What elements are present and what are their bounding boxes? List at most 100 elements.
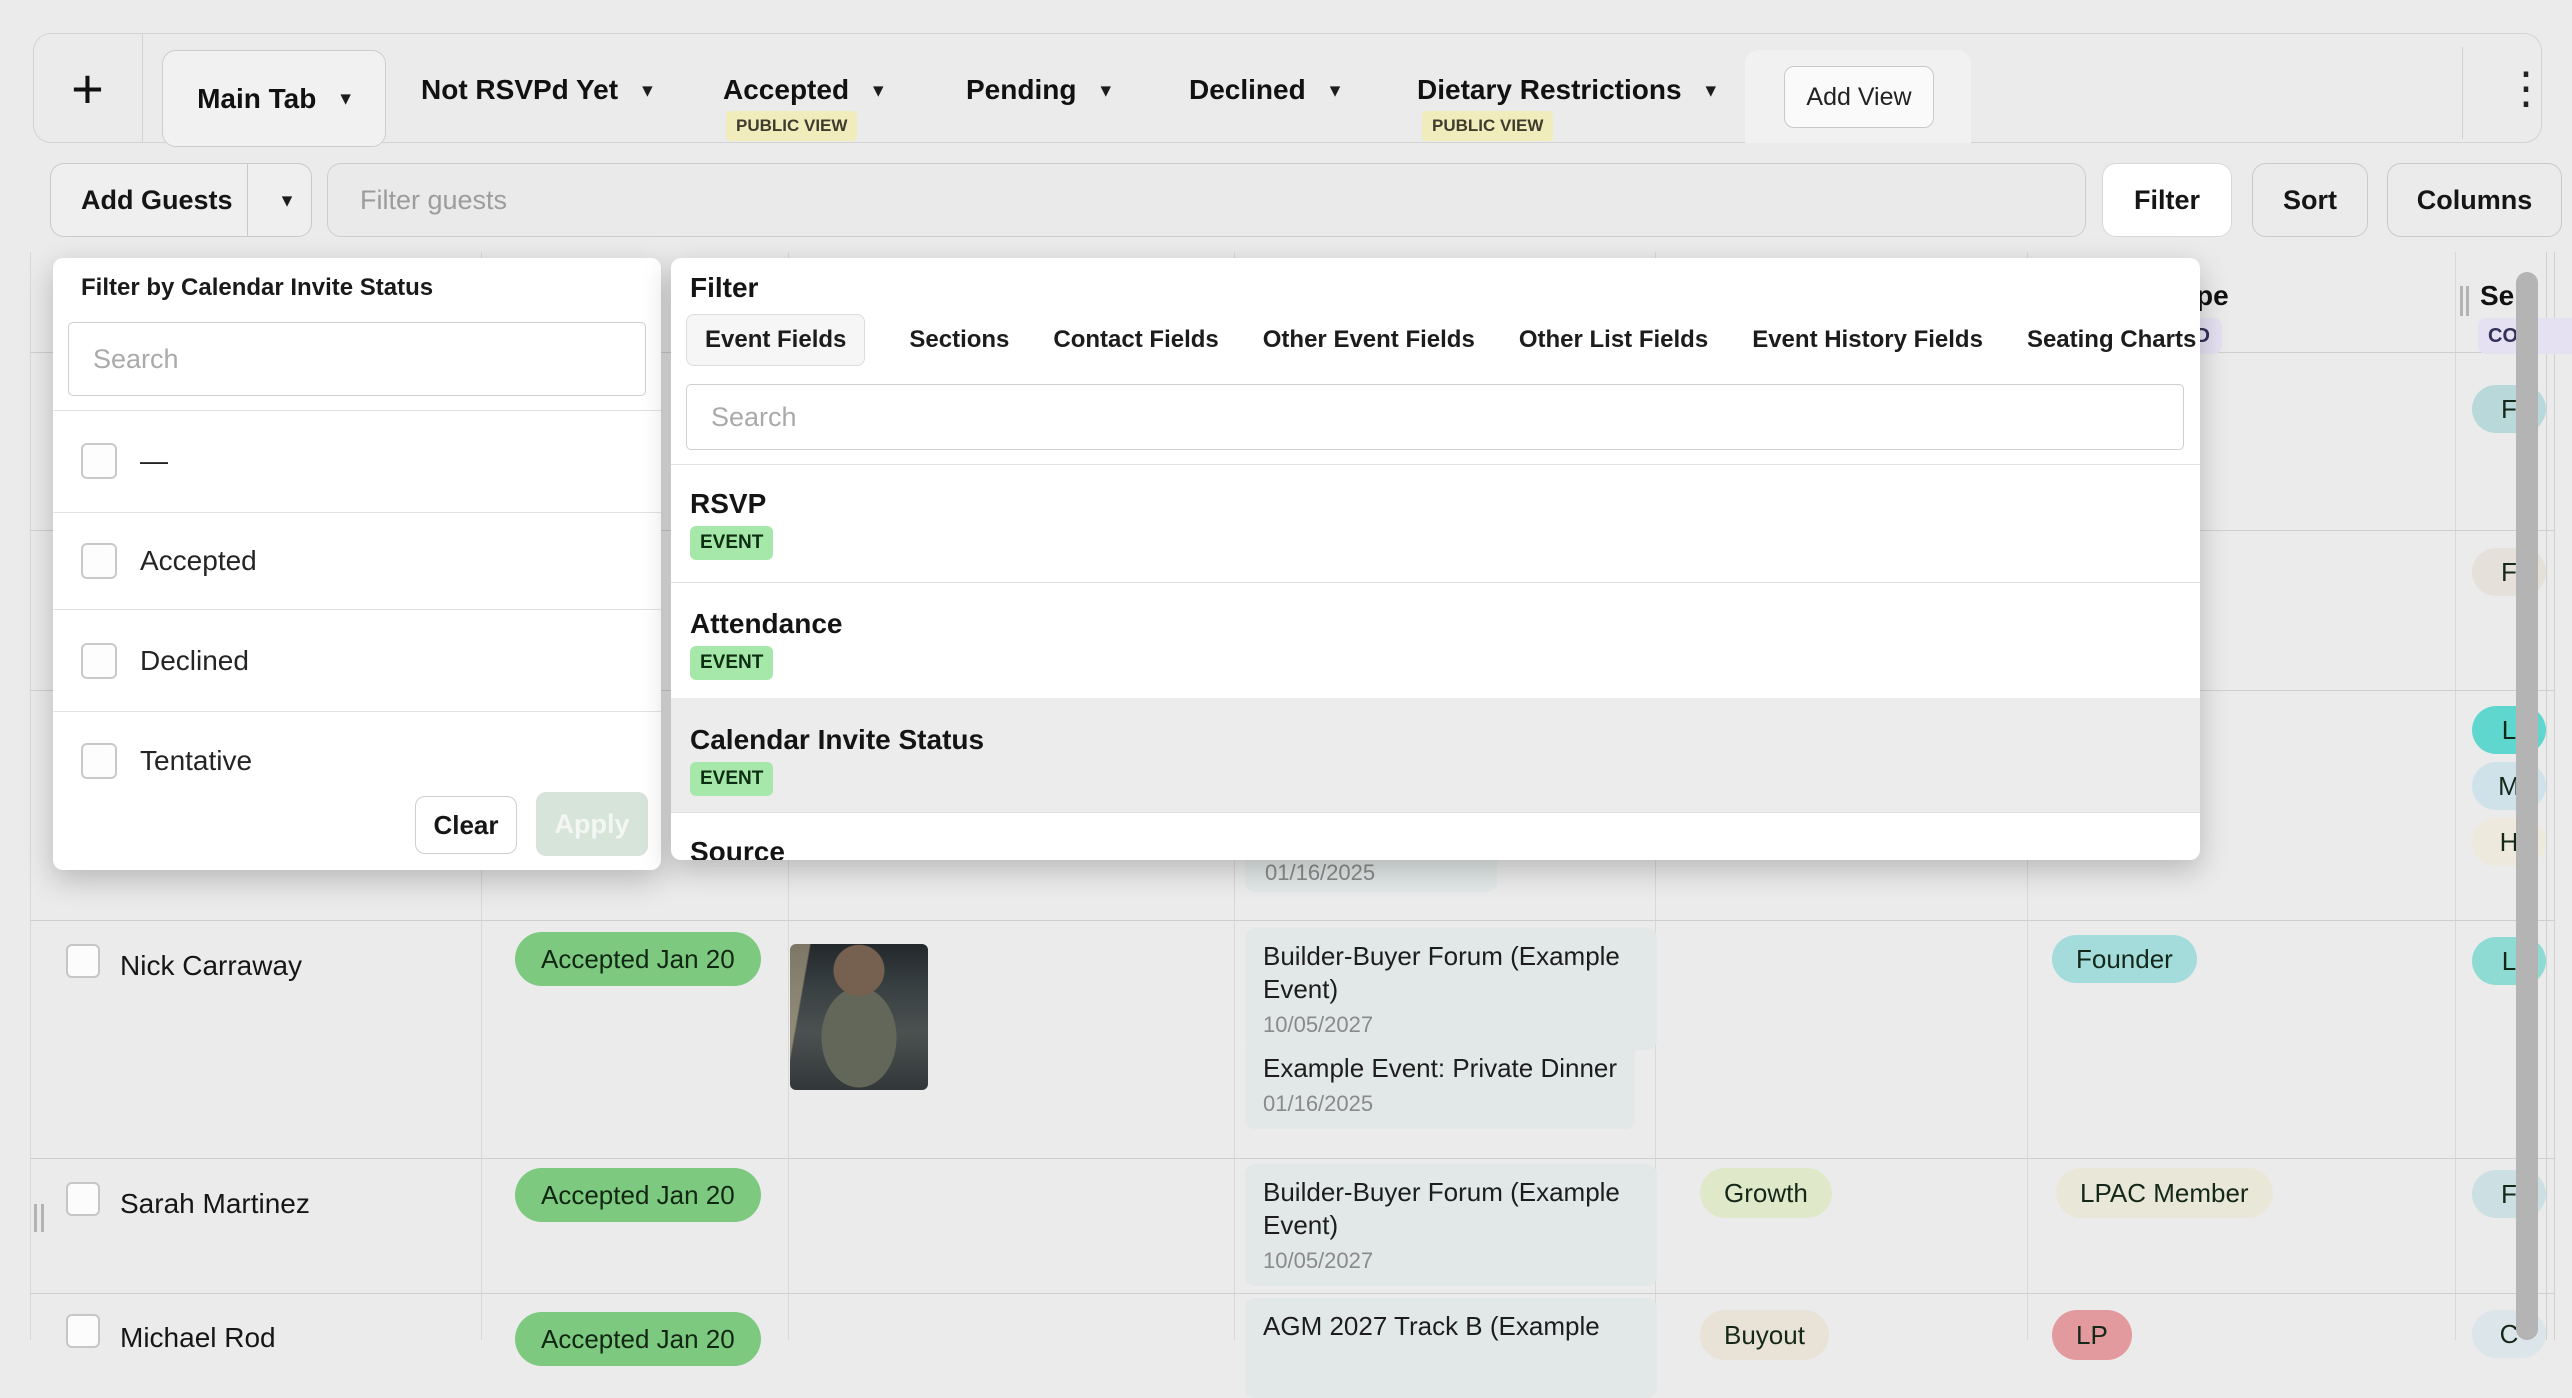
popup-title: Filter [690, 272, 758, 304]
event-title: Builder-Buyer Forum (Example Event) [1263, 1176, 1639, 1242]
chevron-down-icon[interactable]: ▾ [340, 86, 351, 111]
apply-button[interactable]: Apply [536, 792, 648, 856]
row-border [30, 1293, 2554, 1294]
row-checkbox[interactable] [66, 1182, 100, 1216]
tag-pill[interactable]: LP [2052, 1310, 2132, 1360]
column-header-fragment[interactable]: pe [2196, 280, 2229, 312]
filter-category-tabs: Event Fields Sections Contact Fields Oth… [686, 314, 2200, 366]
option-label[interactable]: Declined [140, 645, 249, 677]
divider [671, 582, 2200, 583]
field-name: RSVP [690, 488, 766, 520]
event-chip[interactable]: Example Event: Private Dinner 01/16/2025 [1245, 1040, 1635, 1129]
filter-guests-input[interactable] [327, 163, 2086, 237]
event-title: Example Event: Private Dinner [1263, 1052, 1617, 1085]
tab-label: Main Tab [197, 83, 316, 115]
add-guests-label: Add Guests [81, 185, 233, 216]
guest-photo[interactable] [790, 944, 928, 1090]
field-name: Source [690, 836, 785, 860]
sort-button[interactable]: Sort [2252, 163, 2368, 237]
tab-event-history-fields[interactable]: Event History Fields [1752, 326, 1983, 354]
event-date: 01/16/2025 [1265, 860, 1375, 886]
tab-main-tab[interactable]: Main Tab ▾ [162, 50, 386, 147]
chevron-down-icon[interactable]: ▾ [873, 78, 884, 103]
tab-label: Dietary Restrictions [1417, 74, 1682, 106]
rsvp-status-pill[interactable]: Accepted Jan 20 [515, 932, 761, 986]
tab-label: Accepted [723, 74, 849, 106]
field-name: Attendance [690, 608, 842, 640]
option-label[interactable]: — [140, 445, 168, 477]
add-guests-dropdown[interactable]: ▾ [262, 163, 312, 237]
tab-other-list-fields[interactable]: Other List Fields [1519, 326, 1708, 354]
tag-pill[interactable]: Buyout [1700, 1310, 1829, 1360]
tab-dietary-restrictions[interactable]: Dietary Restrictions ▾ [1417, 74, 1716, 106]
tab-contact-fields[interactable]: Contact Fields [1053, 326, 1218, 354]
tab-seating-charts[interactable]: Seating Charts [2027, 326, 2196, 354]
option-label[interactable]: Accepted [140, 545, 257, 577]
tab-event-fields[interactable]: Event Fields [686, 314, 865, 366]
guest-name[interactable]: Nick Carraway [120, 950, 302, 982]
add-tab-button[interactable]: + [33, 33, 143, 143]
kebab-menu-icon[interactable]: ⋮ [2496, 58, 2556, 118]
tag-pill[interactable]: Founder [2052, 935, 2197, 983]
field-search-input[interactable] [686, 384, 2184, 450]
event-badge: EVENT [690, 646, 773, 680]
event-title: AGM 2027 Track B (Example [1263, 1310, 1639, 1343]
event-date: 01/16/2025 [1263, 1091, 1617, 1117]
rsvp-status-pill[interactable]: Accepted Jan 20 [515, 1312, 761, 1366]
filter-popup: Filter Event Fields Sections Contact Fie… [671, 258, 2200, 860]
row-checkbox[interactable] [66, 1314, 100, 1348]
split-button-divider [247, 163, 248, 237]
clear-button[interactable]: Clear [415, 796, 517, 854]
plus-icon: + [71, 56, 104, 121]
public-view-badge: PUBLIC VIEW [726, 111, 857, 141]
row-border [30, 920, 2554, 921]
filter-button[interactable]: Filter [2102, 163, 2232, 237]
chevron-down-icon[interactable]: ▾ [1706, 78, 1717, 103]
tab-other-event-fields[interactable]: Other Event Fields [1263, 326, 1475, 354]
tab-not-rsvpd-yet[interactable]: Not RSVPd Yet ▾ [421, 74, 653, 106]
columns-button[interactable]: Columns [2387, 163, 2562, 237]
column-border [2455, 252, 2456, 1340]
event-chip[interactable]: AGM 2027 Track B (Example [1245, 1298, 1657, 1398]
tab-declined[interactable]: Declined ▾ [1189, 74, 1340, 106]
guest-name[interactable]: Michael Rod [120, 1322, 276, 1354]
column-border [2546, 252, 2547, 1340]
table-left-border [30, 252, 31, 1340]
option-checkbox[interactable] [81, 543, 117, 579]
option-checkbox[interactable] [81, 743, 117, 779]
event-date: 10/05/2027 [1263, 1248, 1639, 1274]
event-badge: EVENT [690, 526, 773, 560]
chevron-down-icon[interactable]: ▾ [1100, 78, 1111, 103]
status-search-input[interactable] [68, 322, 646, 396]
row-checkbox[interactable] [66, 944, 100, 978]
divider [53, 512, 661, 513]
event-chip[interactable]: Builder-Buyer Forum (Example Event) 10/0… [1245, 928, 1657, 1050]
guest-name[interactable]: Sarah Martinez [120, 1188, 310, 1220]
tab-accepted[interactable]: Accepted ▾ [723, 74, 884, 106]
divider [53, 609, 661, 610]
event-chip[interactable]: Builder-Buyer Forum (Example Event) 10/0… [1245, 1164, 1657, 1286]
event-title: Builder-Buyer Forum (Example Event) [1263, 940, 1639, 1006]
option-checkbox[interactable] [81, 643, 117, 679]
option-checkbox[interactable] [81, 443, 117, 479]
calendar-invite-status-popup: Filter by Calendar Invite Status — Accep… [53, 258, 661, 870]
tag-pill[interactable]: Growth [1700, 1168, 1832, 1218]
rsvp-status-pill[interactable]: Accepted Jan 20 [515, 1168, 761, 1222]
chevron-down-icon[interactable]: ▾ [1330, 78, 1341, 103]
add-view-button[interactable]: Add View [1784, 66, 1934, 128]
column-resize-handle[interactable] [2460, 286, 2469, 316]
option-label[interactable]: Tentative [140, 745, 252, 777]
divider [53, 711, 661, 712]
tab-label: Not RSVPd Yet [421, 74, 618, 106]
column-header-fragment[interactable]: Se [2480, 280, 2514, 312]
field-name: Calendar Invite Status [690, 724, 984, 756]
popup-title: Filter by Calendar Invite Status [81, 274, 433, 302]
tab-pending[interactable]: Pending ▾ [966, 74, 1111, 106]
row-drag-handle[interactable] [34, 1204, 44, 1232]
tag-pill[interactable]: LPAC Member [2056, 1168, 2273, 1218]
tabbar-divider [2462, 47, 2463, 139]
tab-sections[interactable]: Sections [909, 326, 1009, 354]
chevron-down-icon[interactable]: ▾ [642, 78, 653, 103]
vertical-scrollbar[interactable] [2516, 272, 2538, 1340]
event-badge: EVENT [690, 762, 773, 796]
